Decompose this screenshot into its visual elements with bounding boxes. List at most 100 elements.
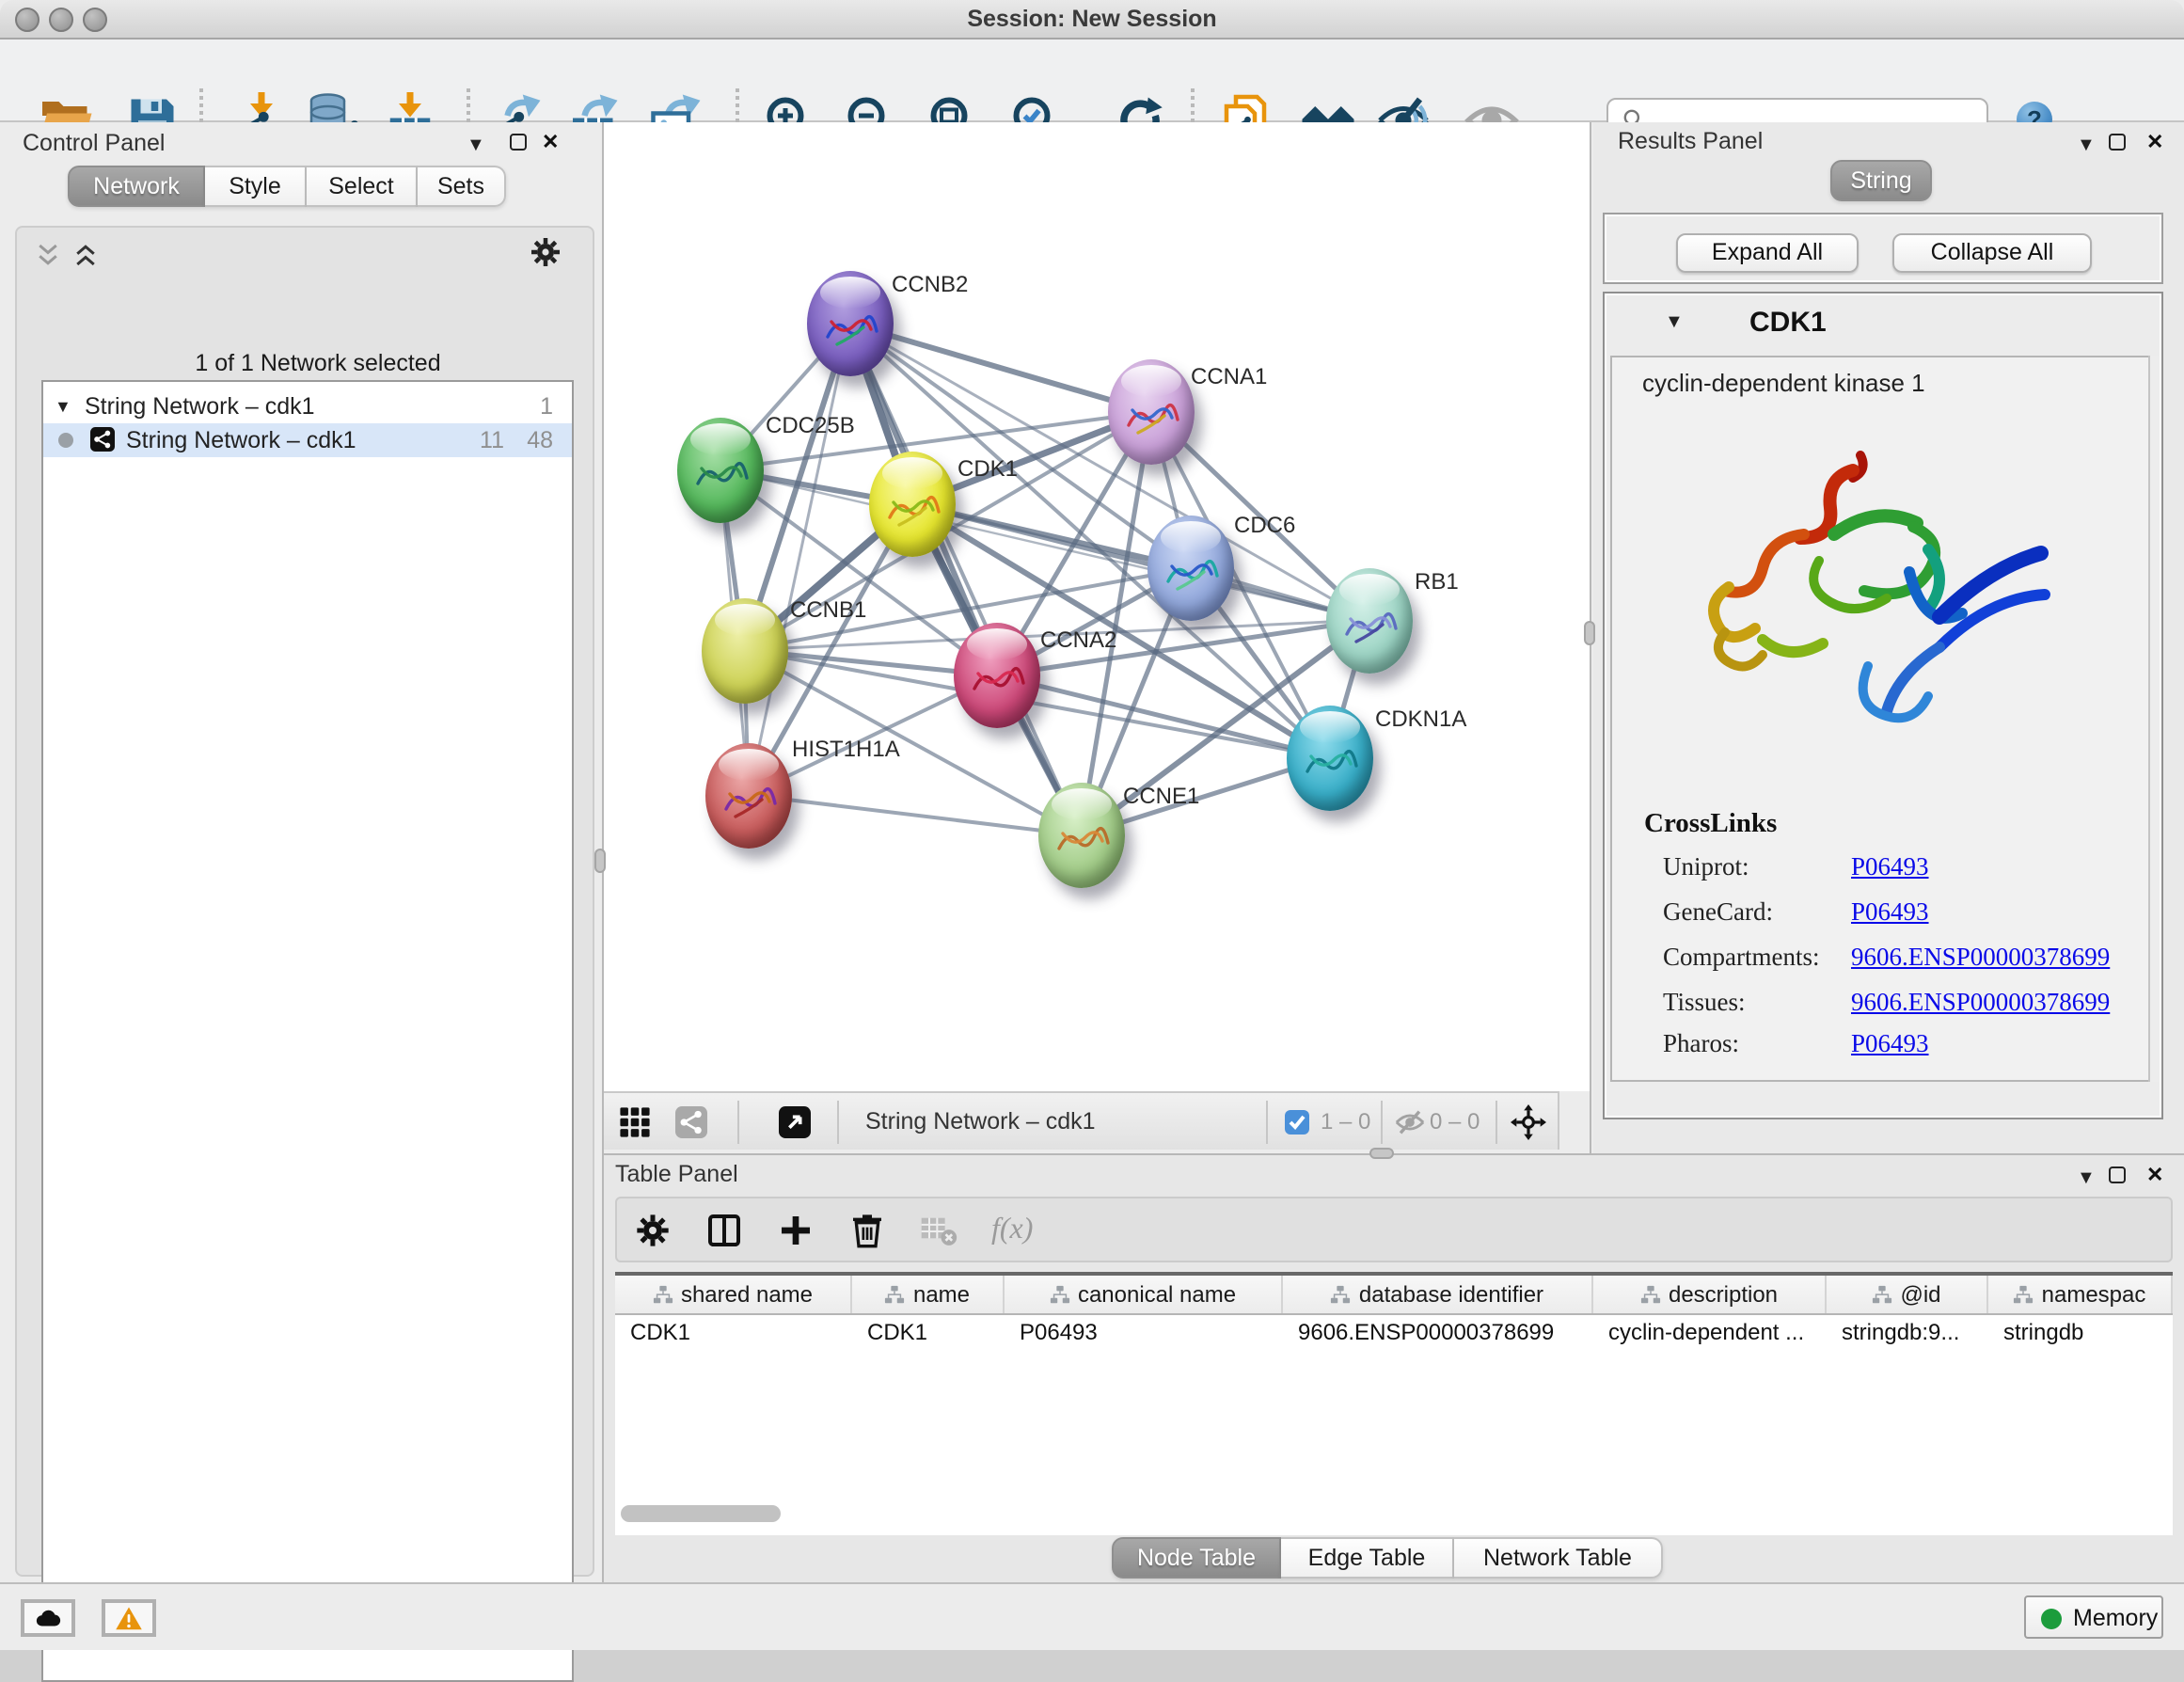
clear-table-icon[interactable] [920, 1211, 957, 1248]
collapse-panel-icon[interactable]: ▼ [2077, 137, 2096, 156]
crosslink-link[interactable]: 9606.ENSP00000378699 [1851, 988, 2110, 1016]
network-edge[interactable] [749, 795, 1081, 835]
horizontal-splitter[interactable] [604, 1153, 2184, 1155]
splitter-handle[interactable] [1584, 621, 1595, 645]
tab-string[interactable]: String [1830, 160, 1932, 201]
node-table[interactable]: shared name name canonical namedatabase id… [615, 1272, 2173, 1535]
results-panel: Results Panel ▼ ✕ String Expand All Coll… [1593, 122, 2184, 1155]
crosslink-value: P06493 [1851, 1029, 1929, 1059]
results-scrollbar[interactable] [2148, 356, 2160, 1082]
network-node-rb1[interactable] [1325, 567, 1412, 673]
tab-select[interactable]: Select [307, 166, 418, 207]
gear-icon[interactable] [634, 1211, 672, 1248]
column-header-shared-name[interactable]: shared name [615, 1276, 852, 1313]
tab-edge-table[interactable]: Edge Table [1281, 1537, 1454, 1579]
tab-style[interactable]: Style [205, 166, 307, 207]
network-node-ccnb2[interactable] [806, 271, 893, 376]
splitter-handle[interactable] [594, 849, 606, 873]
crosslink-link[interactable]: 9606.ENSP00000378699 [1851, 943, 2110, 971]
network-node-ccna2[interactable] [954, 623, 1040, 728]
column-header-database-identifier[interactable]: database identifier [1283, 1276, 1593, 1313]
add-column-icon[interactable] [777, 1211, 815, 1248]
function-builder-icon[interactable]: f(x) [991, 1213, 1033, 1246]
network-node-cdc25b[interactable] [676, 417, 763, 522]
gear-icon[interactable] [529, 235, 562, 269]
node-label-ccne1: CCNE1 [1123, 783, 1199, 809]
network-view-canvas[interactable]: CCNB2CCNA1CDC25BCDK1CDC6RB1CCNB1CCNA2CDK… [604, 122, 1590, 1091]
network-node-ccnb1[interactable] [701, 597, 787, 703]
split-columns-icon[interactable] [705, 1211, 743, 1248]
warning-button[interactable] [102, 1599, 156, 1637]
title-bar: Session: New Session [0, 0, 2184, 40]
table-cell[interactable]: cyclin-dependent ... [1593, 1315, 1827, 1349]
column-header-label: description [1669, 1281, 1778, 1308]
crosslink-link[interactable]: P06493 [1851, 852, 1929, 881]
results-entry-box: ▼ CDK1 cyclin-dependent kinase 1 [1603, 292, 2163, 1119]
network-tree: ▼ String Network – cdk1 1 String Network… [41, 380, 574, 1682]
string-style-icon[interactable] [675, 1106, 707, 1138]
close-panel-icon[interactable]: ✕ [2146, 134, 2163, 152]
status-bar: Memory [0, 1582, 2184, 1650]
selected-checkbox-icon[interactable] [1285, 1110, 1309, 1135]
table-cell[interactable]: stringdb [1988, 1315, 2173, 1349]
memory-button[interactable]: Memory [2024, 1595, 2163, 1639]
table-cell[interactable]: 9606.ENSP00000378699 [1283, 1315, 1593, 1349]
table-cell[interactable]: stringdb:9... [1827, 1315, 1988, 1349]
collapse-all-networks-icon[interactable] [34, 241, 62, 269]
float-panel-icon[interactable] [510, 134, 527, 151]
collapse-all-button[interactable]: Collapse All [1892, 233, 2092, 273]
network-node-ccna1[interactable] [1108, 359, 1195, 465]
cloud-button[interactable] [21, 1599, 75, 1637]
table-cell[interactable]: CDK1 [615, 1315, 852, 1349]
node-label-cdc6: CDC6 [1234, 512, 1295, 538]
expand-all-networks-icon[interactable] [71, 241, 100, 269]
tab-network[interactable]: Network [68, 166, 205, 207]
table-cell[interactable]: CDK1 [852, 1315, 1005, 1349]
birdseye-grid-icon[interactable] [619, 1106, 651, 1138]
network-node-cdkn1a[interactable] [1286, 705, 1372, 810]
collapse-panel-icon[interactable]: ▼ [2077, 1170, 2096, 1189]
column-header-name[interactable]: name [852, 1276, 1005, 1313]
column-header-description[interactable]: description [1593, 1276, 1827, 1313]
table-cell[interactable]: P06493 [1005, 1315, 1283, 1349]
column-header-canonical-name[interactable]: canonical name [1005, 1276, 1283, 1313]
tree-expand-icon[interactable]: ▼ [55, 389, 71, 423]
network-collection-row[interactable]: ▼ String Network – cdk1 1 [43, 389, 572, 423]
results-entry-header[interactable]: ▼ CDK1 [1605, 294, 2161, 356]
tab-network-table[interactable]: Network Table [1454, 1537, 1663, 1579]
warning-icon [115, 1604, 143, 1632]
column-header--id[interactable]: @id [1827, 1276, 1988, 1313]
tab-node-table[interactable]: Node Table [1112, 1537, 1281, 1579]
network-node-cdk1[interactable] [869, 452, 956, 557]
delete-icon[interactable] [848, 1211, 886, 1248]
splitter-handle[interactable] [1369, 1148, 1394, 1159]
tab-sets[interactable]: Sets [418, 166, 506, 207]
network-row-selected[interactable]: String Network – cdk1 11 48 [43, 423, 572, 457]
collapse-panel-icon[interactable]: ▼ [467, 137, 485, 156]
table-panel: Table Panel ▼ ✕ [604, 1155, 2184, 1582]
close-panel-icon[interactable]: ✕ [2146, 1166, 2163, 1185]
gene-name: CDK1 [1749, 307, 1827, 339]
network-edge[interactable] [912, 504, 1369, 620]
network-node-ccne1[interactable] [1037, 783, 1124, 888]
crosslink-link[interactable]: P06493 [1851, 1029, 1929, 1057]
collapse-entry-icon[interactable]: ▼ [1665, 312, 1684, 333]
network-node-cdc6[interactable] [1147, 516, 1233, 621]
crosslink-label: Pharos: [1663, 1029, 1739, 1059]
horizontal-scrollbar[interactable] [621, 1505, 781, 1522]
table-row[interactable]: CDK1CDK1P064939606.ENSP00000378699cyclin… [615, 1315, 2173, 1349]
expand-all-button[interactable]: Expand All [1676, 233, 1859, 273]
column-header-label: name [913, 1281, 970, 1308]
network-edge[interactable] [849, 324, 1151, 412]
pan-crosshair-icon[interactable] [1511, 1104, 1546, 1140]
toolbar-separator [1496, 1101, 1497, 1144]
column-header-namespac[interactable]: namespac [1988, 1276, 2173, 1313]
network-edge[interactable] [749, 324, 849, 795]
crosslink-link[interactable]: P06493 [1851, 897, 1929, 926]
eye-hidden-icon[interactable] [1394, 1106, 1426, 1138]
open-in-new-icon[interactable] [779, 1106, 811, 1138]
network-node-hist1h1a[interactable] [705, 742, 792, 848]
float-panel-icon[interactable] [2109, 134, 2126, 151]
float-panel-icon[interactable] [2109, 1166, 2126, 1183]
close-panel-icon[interactable]: ✕ [542, 134, 559, 152]
